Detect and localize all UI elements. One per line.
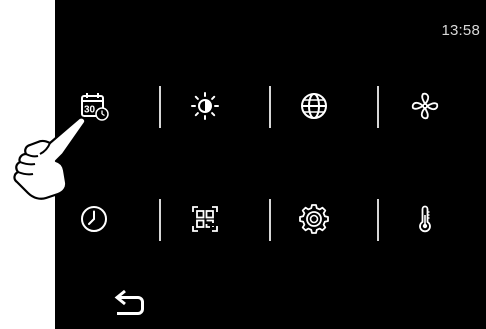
temperature-settings-button[interactable] — [403, 197, 447, 241]
general-settings-button[interactable] — [292, 197, 336, 241]
back-button[interactable] — [107, 283, 151, 321]
menu-divider — [159, 199, 161, 241]
language-settings-button[interactable] — [292, 84, 336, 128]
fan-settings-button[interactable] — [403, 84, 447, 128]
qr-code-icon — [192, 206, 218, 232]
gear-icon — [299, 204, 329, 234]
touch-screen: 13:58 30 — [55, 0, 486, 329]
status-time: 13:58 — [441, 22, 480, 39]
menu-divider — [269, 199, 271, 241]
menu-divider — [269, 86, 271, 128]
brightness-icon — [191, 92, 219, 120]
globe-icon — [301, 93, 327, 119]
fan-icon — [411, 92, 439, 120]
brightness-settings-button[interactable] — [183, 84, 227, 128]
thermometer-icon — [419, 205, 431, 233]
menu-divider — [377, 86, 379, 128]
qr-code-button[interactable] — [183, 197, 227, 241]
menu-divider — [159, 86, 161, 128]
back-arrow-icon — [114, 289, 144, 315]
pointing-hand-icon — [0, 110, 90, 215]
menu-divider — [377, 199, 379, 241]
